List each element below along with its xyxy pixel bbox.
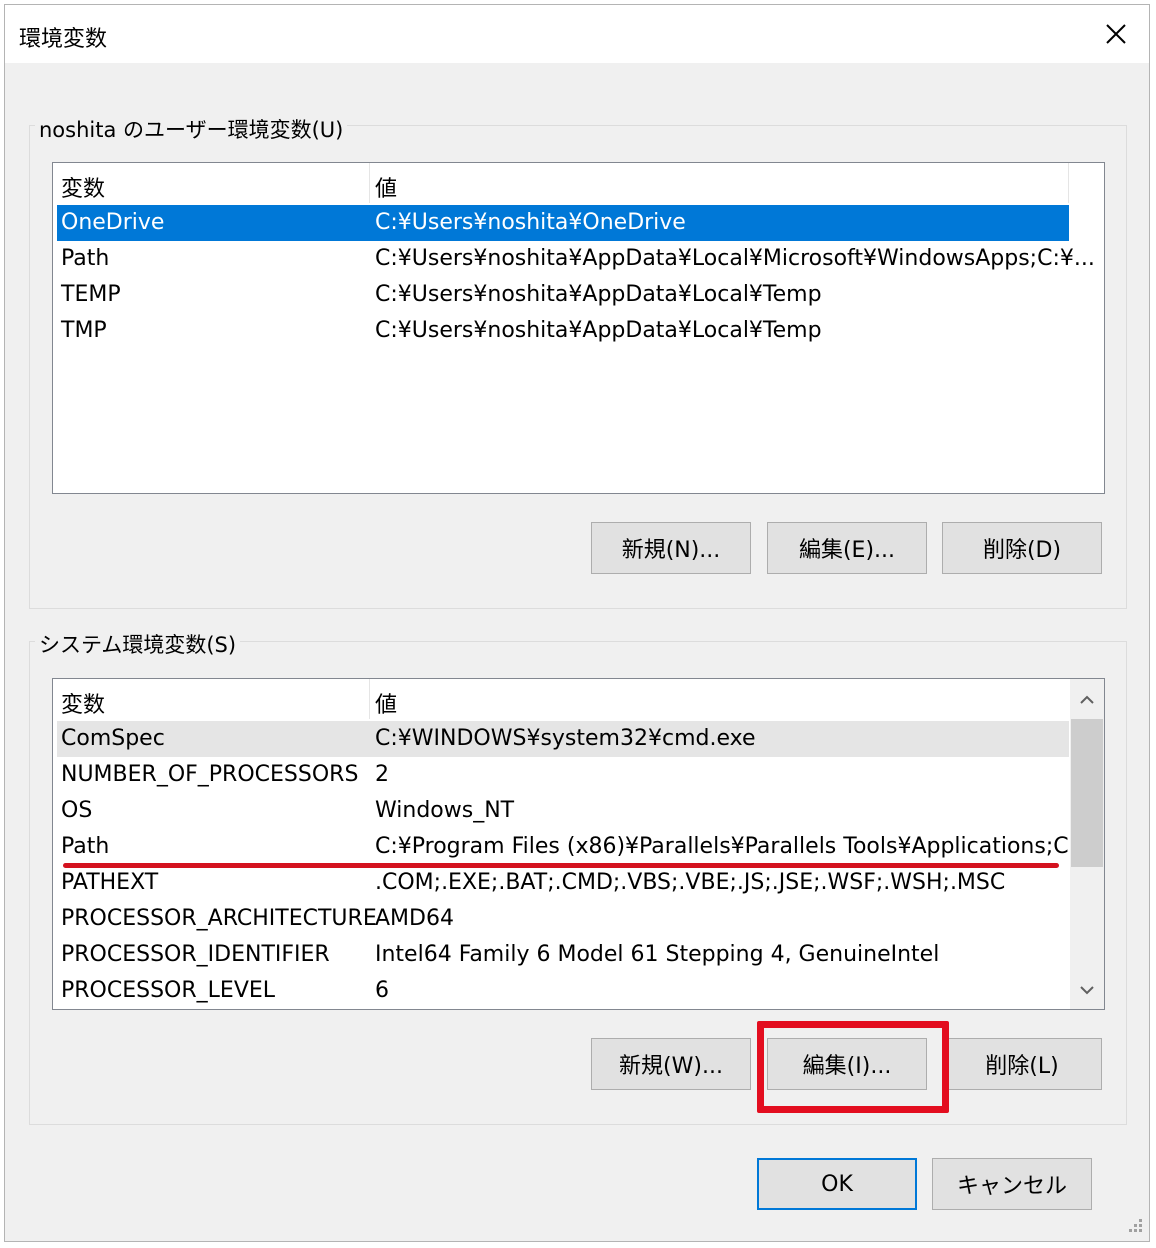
system-variables-label: システム環境変数(S) [35,629,241,659]
close-button[interactable] [1083,5,1149,63]
close-icon [1106,24,1126,44]
variable-value: C:¥Users¥noshita¥AppData¥Local¥Temp [375,318,822,343]
resize-grip-icon[interactable] [1125,1217,1143,1235]
column-header-variable[interactable]: 変数 [61,171,105,203]
list-header: 変数 値 [53,679,1069,719]
system-delete-button[interactable]: 削除(L) [942,1038,1102,1090]
user-variable-row-onedrive[interactable]: OneDrive C:¥Users¥noshita¥OneDrive [57,205,1069,241]
variable-name: ComSpec [61,726,165,751]
variable-name: PROCESSOR_ARCHITECTURE [61,906,377,931]
system-variable-row-path[interactable]: Path C:¥Program Files (x86)¥Parallels¥Pa… [57,829,1097,865]
system-variable-row-processor-architecture[interactable]: PROCESSOR_ARCHITECTURE AMD64 [57,901,1069,937]
variable-name: NUMBER_OF_PROCESSORS [61,762,359,787]
chevron-up-icon [1080,695,1094,704]
user-variables-list[interactable]: 変数 値 OneDrive C:¥Users¥noshita¥OneDrive … [52,162,1105,494]
user-variable-row-tmp[interactable]: TMP C:¥Users¥noshita¥AppData¥Local¥Temp [57,313,1069,349]
scroll-thumb[interactable] [1071,719,1103,867]
column-header-value[interactable]: 値 [375,171,397,203]
column-divider [369,163,370,203]
user-edit-button[interactable]: 編集(E)... [767,522,927,574]
variable-name: PROCESSOR_IDENTIFIER [61,942,330,967]
variable-name: PATHEXT [61,870,159,895]
variable-name: OneDrive [61,210,165,235]
cancel-button[interactable]: キャンセル [932,1158,1092,1210]
column-header-value[interactable]: 値 [375,687,397,719]
variable-value: 6 [375,978,389,1003]
variable-value: Windows_NT [375,798,515,823]
column-divider [1068,163,1069,203]
system-variable-row-comspec[interactable]: ComSpec C:¥WINDOWS¥system32¥cmd.exe [57,721,1069,757]
variable-name: Path [61,834,110,859]
edit-button-highlight-box [757,1021,949,1113]
system-variable-row-processor-level[interactable]: PROCESSOR_LEVEL 6 [57,973,1069,1009]
variable-value: C:¥Program Files (x86)¥Parallels¥Paralle… [375,834,1098,859]
variable-name: TEMP [61,282,121,307]
window-title: 環境変数 [19,27,108,52]
variable-name: PROCESSOR_LEVEL [61,978,276,1003]
system-variables-list[interactable]: 変数 値 ComSpec C:¥WINDOWS¥system32¥cmd.exe… [52,678,1105,1010]
system-list-scrollbar[interactable] [1070,679,1104,1009]
system-new-button[interactable]: 新規(W)... [591,1038,751,1090]
user-variables-label: noshita のユーザー環境変数(U) [35,114,348,144]
user-variable-row-temp[interactable]: TEMP C:¥Users¥noshita¥AppData¥Local¥Temp [57,277,1069,313]
user-delete-button[interactable]: 削除(D) [942,522,1102,574]
system-variable-row-number-of-processors[interactable]: NUMBER_OF_PROCESSORS 2 [57,757,1069,793]
variable-value: C:¥Users¥noshita¥AppData¥Local¥Temp [375,282,822,307]
chevron-down-icon [1080,986,1094,995]
system-variable-row-os[interactable]: OS Windows_NT [57,793,1069,829]
system-variable-row-processor-identifier[interactable]: PROCESSOR_IDENTIFIER Intel64 Family 6 Mo… [57,937,1069,973]
user-new-button[interactable]: 新規(N)... [591,522,751,574]
variable-value: .COM;.EXE;.BAT;.CMD;.VBS;.VBE;.JS;.JSE;.… [375,870,1006,895]
title-bar: 環境変数 [5,5,1149,63]
ok-button[interactable]: OK [757,1158,917,1210]
column-header-variable[interactable]: 変数 [61,687,105,719]
variable-value: C:¥Users¥noshita¥OneDrive [375,210,686,235]
list-header: 変数 値 [53,163,1069,203]
variable-value: Intel64 Family 6 Model 61 Stepping 4, Ge… [375,942,940,967]
user-variable-row-path[interactable]: Path C:¥Users¥noshita¥AppData¥Local¥Micr… [57,241,1095,277]
variable-value: 2 [375,762,389,787]
environment-variables-dialog: 環境変数 noshita のユーザー環境変数(U) 変数 値 OneDrive … [4,4,1150,1242]
variable-name: Path [61,246,110,271]
scroll-up-button[interactable] [1070,683,1104,717]
variable-name: OS [61,798,93,823]
column-divider [369,679,370,719]
path-highlight-underline [63,863,1059,868]
system-variable-row-pathext[interactable]: PATHEXT .COM;.EXE;.BAT;.CMD;.VBS;.VBE;.J… [57,865,1069,901]
variable-value: C:¥Users¥noshita¥AppData¥Local¥Microsoft… [375,246,1095,271]
scroll-down-button[interactable] [1070,973,1104,1007]
variable-name: TMP [61,318,107,343]
variable-value: AMD64 [375,906,454,931]
variable-value: C:¥WINDOWS¥system32¥cmd.exe [375,726,756,751]
